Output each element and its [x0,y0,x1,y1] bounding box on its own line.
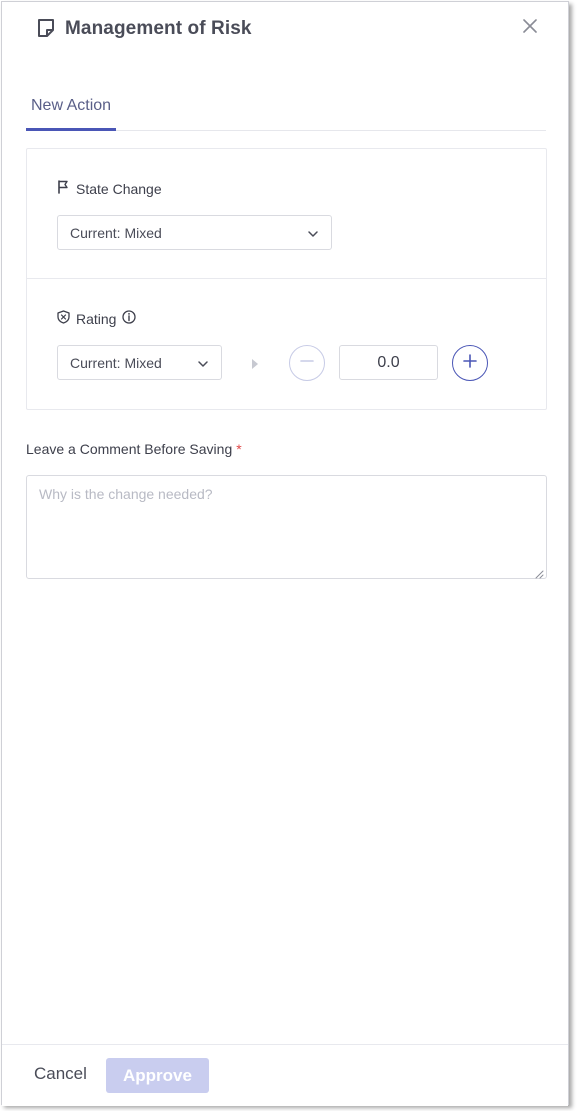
flag-icon [57,180,70,197]
chevron-down-icon [197,357,209,369]
comment-textarea[interactable] [26,475,547,579]
tab-bar: New Action [26,86,546,131]
panel-header: Management of Risk [2,2,568,58]
action-card: State Change Current: Mixed Rating Curre… [26,148,547,410]
decrement-button[interactable] [289,345,325,381]
rating-label-row: Rating [57,310,137,327]
rating-select-value: Current: Mixed [70,354,162,371]
tab-new-action[interactable]: New Action [26,86,117,131]
comment-label: Leave a Comment Before Saving * [26,441,242,457]
note-icon [36,18,56,38]
info-icon[interactable] [122,310,137,327]
plus-icon [462,353,478,374]
rating-section: Rating Current: Mixed [27,279,546,409]
side-panel: Management of Risk New Action State Chan… [1,1,569,1106]
minus-icon [299,353,315,374]
rating-select[interactable]: Current: Mixed [57,345,222,380]
close-button[interactable] [518,16,542,40]
state-change-label-row: State Change [57,180,162,197]
required-mark: * [236,441,242,457]
comment-label-text: Leave a Comment Before Saving [26,441,233,457]
rating-label: Rating [76,310,117,327]
state-change-section: State Change Current: Mixed [27,149,546,279]
resize-handle-icon[interactable] [534,566,544,579]
chevron-down-icon [307,227,319,239]
approve-button[interactable]: Approve [106,1058,209,1093]
page-title: Management of Risk [65,18,252,39]
state-change-label: State Change [76,180,162,197]
cancel-button[interactable]: Cancel [34,1064,87,1084]
state-change-select-value: Current: Mixed [70,224,162,241]
shield-icon [57,310,70,327]
rating-value-input[interactable] [339,345,438,380]
panel-footer: Cancel Approve [2,1044,568,1106]
arrow-right-icon [251,357,259,369]
close-icon [523,18,537,38]
state-change-select[interactable]: Current: Mixed [57,215,332,250]
increment-button[interactable] [452,345,488,381]
